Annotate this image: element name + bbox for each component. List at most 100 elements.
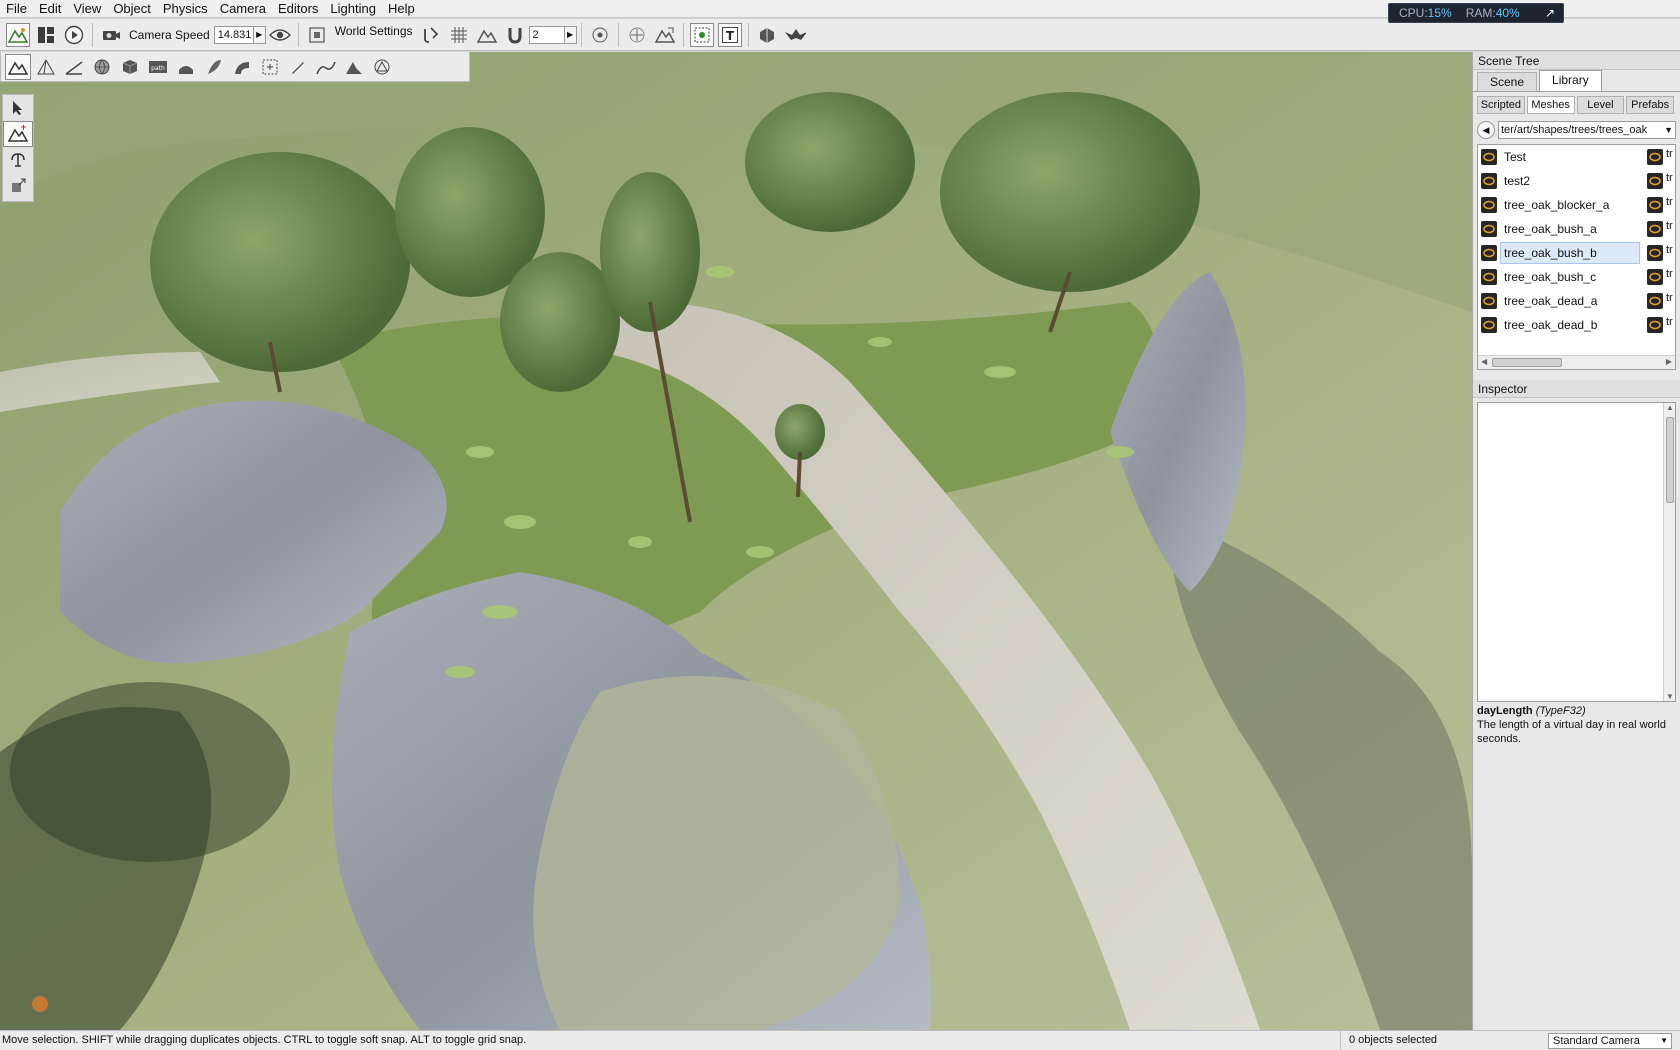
mesh-list[interactable]: Test tr test2 tr tree_oak_blocker_a tr t… [1477,144,1676,370]
field-name: dayLength [1477,705,1533,717]
bounds-center-icon[interactable] [625,23,649,47]
menu-lighting[interactable]: Lighting [324,0,382,18]
toolbar-separator [617,22,619,47]
layout-icon[interactable] [34,23,58,47]
terrain-snap-icon[interactable] [475,23,499,47]
scale-tool-icon[interactable] [3,173,33,199]
camera-speed-field[interactable]: 14.831 [213,25,254,44]
mesh-icon [1481,221,1497,237]
right-panel: Scene Tree Scene Library Scripted Meshes… [1472,52,1680,1030]
slope-icon[interactable] [61,54,87,80]
list-item[interactable]: tree_oak_bush_c tr [1478,265,1675,289]
select-box-icon[interactable] [257,54,283,80]
select-arrow-icon[interactable] [3,95,33,121]
mesh-icon [1481,317,1497,333]
list-item-selected[interactable]: tree_oak_bush_b tr [1478,241,1675,265]
fit-view-icon[interactable] [305,23,329,47]
list-item[interactable]: Test tr [1478,145,1675,169]
visibility-eye-icon[interactable] [268,23,292,47]
raise-terrain-icon[interactable] [341,54,367,80]
back-arrow-icon[interactable]: ◀ [1477,121,1495,139]
camera-icon[interactable] [99,23,123,47]
horizontal-scrollbar[interactable]: ◀ ▶ [1478,355,1675,369]
eagle-logo-icon[interactable] [783,23,807,47]
expand-icon[interactable]: ↗ [1545,4,1555,23]
scrollbar-thumb[interactable] [1492,358,1562,367]
brush-icon[interactable] [285,54,311,80]
scene-viewport[interactable] [0,52,1472,1030]
chevron-down-icon: ▼ [1660,1036,1668,1045]
list-item[interactable]: tree_oak_dead_b tr [1478,313,1675,337]
menu-help[interactable]: Help [382,0,421,18]
world-axis-icon[interactable] [653,23,677,47]
path-bar: ◀ ter/art/shapes/trees/trees_oak ▼ [1473,118,1680,142]
mesh-icon [1647,317,1663,333]
subtab-level[interactable]: Level [1576,96,1625,114]
grid-snap-icon[interactable] [447,23,471,47]
list-item[interactable]: tree_oak_dead_a tr [1478,289,1675,313]
list-item[interactable]: tree_oak_blocker_a tr [1478,193,1675,217]
terrain-edit-icon[interactable] [5,53,31,80]
mesh-label: tree_oak_dead_a [1504,294,1598,308]
magnet-snap-icon[interactable] [503,23,527,47]
scroll-left-icon[interactable]: ◀ [1481,357,1487,366]
library-subtabs: Scripted Meshes Level Prefabs [1473,94,1680,116]
tab-library[interactable]: Library [1539,70,1602,91]
subtab-prefabs[interactable]: Prefabs [1626,96,1674,114]
scrollbar-thumb[interactable] [1666,417,1674,503]
mesh-icon [1481,293,1497,309]
svg-text:path: path [151,65,165,72]
render-settings-icon[interactable] [755,23,779,47]
play-icon[interactable] [62,23,86,47]
material-icon[interactable] [369,54,395,80]
clipped-label: tr [1666,268,1673,280]
tab-scene[interactable]: Scene [1477,72,1538,91]
camera-speed-arrow[interactable]: ▶ [253,25,266,44]
cube-icon[interactable] [117,54,143,80]
status-message: Move selection. SHIFT while dragging dup… [2,1034,527,1046]
snap-rotate-icon[interactable] [419,23,443,47]
cpu-label: CPU: [1399,6,1428,20]
water-icon[interactable] [173,54,199,80]
subtab-scripted[interactable]: Scripted [1477,96,1525,114]
foliage-icon[interactable] [201,54,227,80]
grid-size-field[interactable]: 2 [528,25,565,44]
path-text: ter/art/shapes/trees/trees_oak [1501,124,1648,136]
text-label-icon[interactable]: T [717,22,742,47]
camera-speed-label: Camera Speed [129,27,210,42]
move-tool-icon[interactable] [3,121,33,147]
vertical-scrollbar[interactable]: ▲ ▼ [1663,403,1675,701]
menu-file[interactable]: File [0,0,33,18]
menu-view[interactable]: View [67,0,107,18]
road-icon[interactable] [229,54,255,80]
toolbar-separator [580,22,582,47]
toolbar-separator [92,22,93,47]
world-settings-label[interactable]: World Settings [335,24,413,38]
menu-object[interactable]: Object [107,0,157,18]
scroll-down-icon[interactable]: ▼ [1666,692,1674,701]
rotate-tool-icon[interactable] [3,147,33,173]
sphere-icon[interactable] [89,54,115,80]
list-item[interactable]: tree_oak_bush_a tr [1478,217,1675,241]
path-dropdown[interactable]: ter/art/shapes/trees/trees_oak ▼ [1498,121,1676,139]
mesh-triangle-icon[interactable] [33,54,59,80]
menu-edit[interactable]: Edit [33,0,67,18]
scroll-right-icon[interactable]: ▶ [1666,357,1672,366]
inspector-panel[interactable]: ▲ ▼ [1477,402,1676,702]
menu-physics[interactable]: Physics [157,0,214,18]
mesh-label: tree_oak_dead_b [1504,318,1598,332]
menu-camera[interactable]: Camera [214,0,272,18]
grid-size-arrow[interactable]: ▶ [564,25,577,44]
camera-dropdown[interactable]: Standard Camera ▼ [1548,1033,1672,1049]
toolbar-separator [682,22,684,47]
menu-editors[interactable]: Editors [272,0,324,18]
smooth-terrain-icon[interactable] [313,54,339,80]
scene-tree-title: Scene Tree [1473,52,1680,70]
terrain-mode-icon[interactable] [6,22,30,47]
object-center-icon[interactable] [588,23,612,47]
subtab-meshes[interactable]: Meshes [1526,96,1575,114]
path-icon[interactable]: path [145,54,171,80]
list-item[interactable]: test2 tr [1478,169,1675,193]
scroll-up-icon[interactable]: ▲ [1666,403,1674,412]
select-objects-icon[interactable] [689,22,714,47]
